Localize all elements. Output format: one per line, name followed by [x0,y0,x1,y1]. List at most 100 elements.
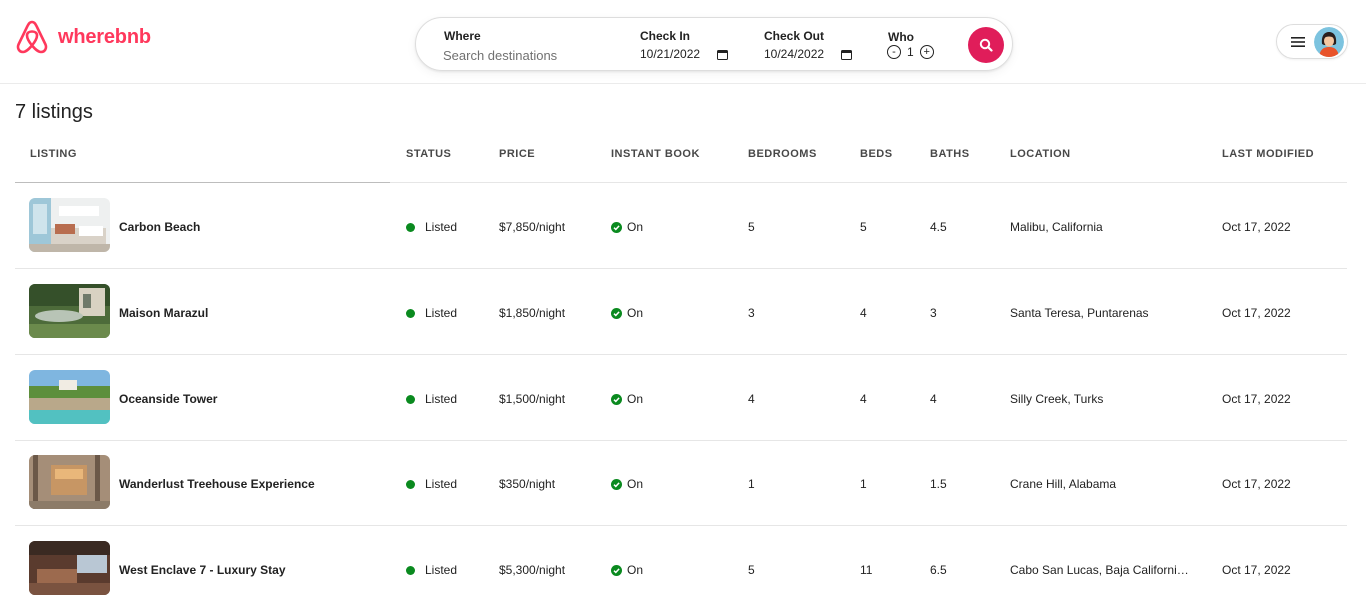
table-row[interactable]: West Enclave 7 - Luxury Stay Listed $5,3… [15,526,1347,609]
status-text: Listed [425,306,458,320]
status-text: Listed [425,220,458,234]
listing-name[interactable]: Oceanside Tower [119,392,217,406]
listing-name[interactable]: West Enclave 7 - Luxury Stay [119,563,286,577]
check-circle-icon [611,564,622,576]
listing-thumbnail[interactable] [29,370,110,424]
listing-thumbnail[interactable] [29,455,110,509]
guest-stepper: - 1 + [887,45,934,59]
hamburger-icon [1291,36,1305,47]
price-value: $1,850/night [499,306,566,320]
listing-name[interactable]: Wanderlust Treehouse Experience [119,477,315,491]
status-dot-icon [406,565,415,575]
status-text: Listed [425,392,458,406]
listing-thumbnail[interactable] [29,541,110,595]
table-row[interactable]: Oceanside Tower Listed $1,500/night On 4… [15,355,1347,441]
avatar [1314,27,1344,57]
listings-count-title: 7 listings [15,101,93,123]
baths-value: 4.5 [930,220,947,234]
status-badge: Listed [406,306,457,320]
column-header-location[interactable]: LOCATION [1010,148,1071,160]
last-modified-value: Oct 17, 2022 [1222,392,1291,406]
search-icon [979,38,993,52]
check-circle-icon [611,221,622,233]
instant-book-status: On [611,306,643,320]
listing-name[interactable]: Carbon Beach [119,220,200,234]
instant-book-status: On [611,392,643,406]
column-header-status[interactable]: STATUS [406,148,451,160]
price-value: $7,850/night [499,220,566,234]
bedrooms-value: 4 [748,392,755,406]
last-modified-value: Oct 17, 2022 [1222,306,1291,320]
brand-name: wherebnb [58,25,151,48]
bedrooms-value: 5 [748,563,755,577]
logo[interactable]: wherebnb [15,19,151,55]
check-circle-icon [611,307,622,319]
status-badge: Listed [406,220,457,234]
location-value: Santa Teresa, Puntarenas [1010,306,1149,320]
instant-book-text: On [627,220,644,234]
status-dot-icon [406,308,415,318]
location-value: Silly Creek, Turks [1010,392,1104,406]
column-header-baths[interactable]: BATHS [930,148,970,160]
baths-value: 1.5 [930,477,947,491]
bedrooms-value: 3 [748,306,755,320]
column-header-listing[interactable]: LISTING [30,148,77,160]
instant-book-status: On [611,220,643,234]
bedrooms-value: 1 [748,477,755,491]
table-row[interactable]: Wanderlust Treehouse Experience Listed $… [15,440,1347,526]
baths-value: 6.5 [930,563,947,577]
instant-book-status: On [611,563,643,577]
check-in-value: 10/21/2022 [640,47,701,61]
column-header-beds[interactable]: BEDS [860,148,893,160]
status-badge: Listed [406,477,457,491]
column-header-instant-book[interactable]: INSTANT BOOK [611,148,700,160]
user-menu-button[interactable] [1276,24,1348,59]
instant-book-text: On [627,477,644,491]
last-modified-value: Oct 17, 2022 [1222,220,1291,234]
destination-search-input[interactable] [443,46,623,64]
column-header-bedrooms[interactable]: BEDROOMS [748,148,817,160]
instant-book-text: On [627,563,644,577]
airbnb-logo-icon [16,20,48,54]
check-in-date-field[interactable]: 10/21/2022 [640,45,728,63]
instant-book-text: On [627,306,644,320]
instant-book-text: On [627,392,644,406]
guest-count: 1 [907,45,914,59]
minus-circle-icon[interactable]: - [887,45,901,59]
plus-circle-icon[interactable]: + [919,45,934,59]
calendar-icon[interactable] [841,49,852,60]
status-badge: Listed [406,392,457,406]
status-badge: Listed [406,563,457,577]
status-dot-icon [406,222,415,232]
who-label: Who [888,30,914,44]
status-dot-icon [406,394,415,404]
table-row[interactable]: Maison Marazul Listed $1,850/night On 3 … [15,269,1347,355]
beds-value: 4 [860,392,867,406]
calendar-icon[interactable] [717,49,728,60]
column-header-last-modified[interactable]: LAST MODIFIED [1222,148,1314,160]
beds-value: 1 [860,477,867,491]
listing-thumbnail[interactable] [29,284,110,338]
column-header-price[interactable]: PRICE [499,148,535,160]
baths-value: 3 [930,306,937,320]
listing-name[interactable]: Maison Marazul [119,306,208,320]
location-value: Crane Hill, Alabama [1010,477,1117,491]
top-nav: wherebnb Where Check In 10/21/2022 Check… [0,0,1366,84]
price-value: $5,300/night [499,563,566,577]
instant-book-status: On [611,477,643,491]
status-text: Listed [425,477,458,491]
check-circle-icon [611,393,622,405]
last-modified-value: Oct 17, 2022 [1222,563,1291,577]
beds-value: 4 [860,306,867,320]
search-bar: Where Check In 10/21/2022 Check Out 10/2… [415,17,1013,71]
check-out-label: Check Out [764,29,825,43]
bedrooms-value: 5 [748,220,755,234]
check-circle-icon [611,478,622,490]
listing-thumbnail[interactable] [29,198,110,252]
search-button[interactable] [968,27,1004,63]
beds-value: 11 [860,563,873,577]
check-out-date-field[interactable]: 10/24/2022 [764,45,852,63]
table-row[interactable]: Carbon Beach Listed $7,850/night On 5 5 … [15,183,1347,269]
baths-value: 4 [930,392,937,406]
where-label: Where [444,29,481,43]
